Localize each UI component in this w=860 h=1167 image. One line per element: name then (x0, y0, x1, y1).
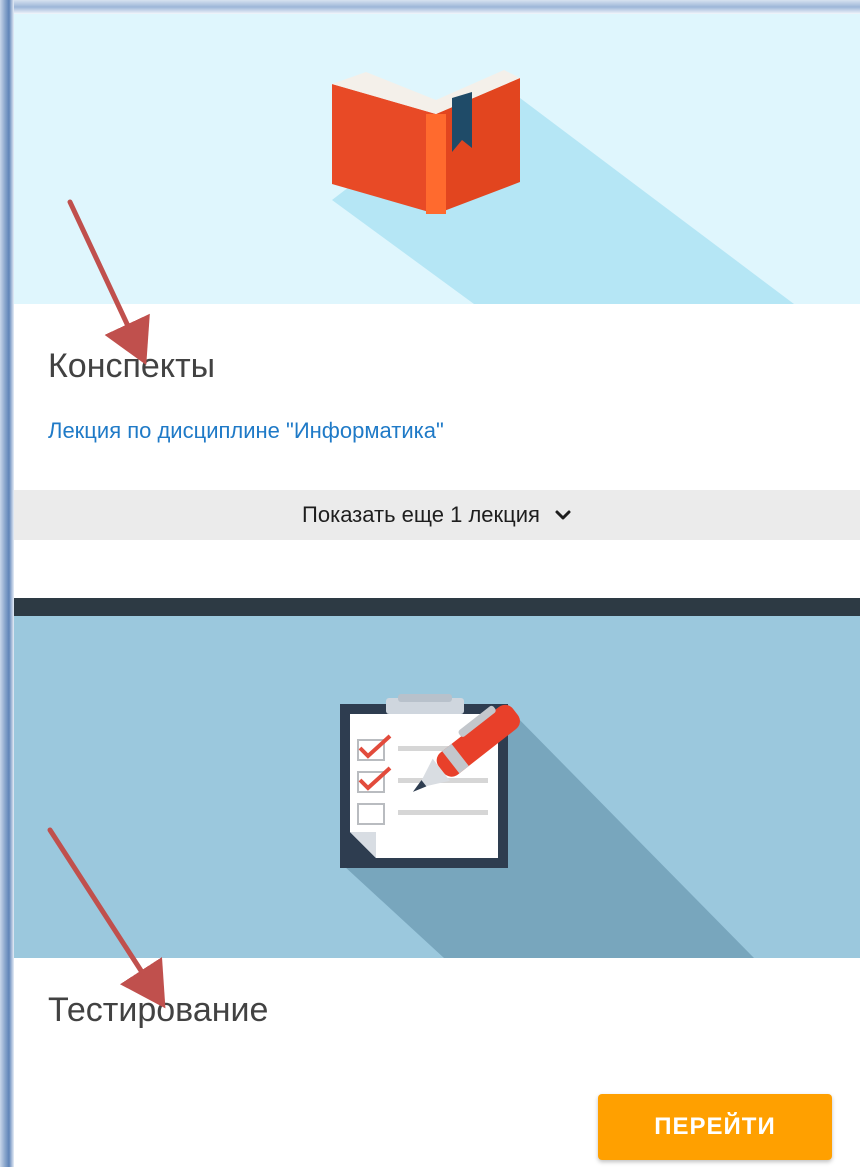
notes-hero (14, 14, 860, 304)
go-button[interactable]: ПЕРЕЙТИ (598, 1094, 832, 1160)
testing-hero (14, 616, 860, 958)
card-divider (14, 598, 860, 616)
notes-card: Конспекты Лекция по дисциплине "Информат… (14, 14, 860, 598)
testing-card: Тестирование ПЕРЕЙТИ (14, 616, 860, 1167)
notes-title: Конспекты (48, 347, 216, 385)
window-frame-left (0, 0, 14, 1167)
show-more-lectures-button[interactable]: Показать еще 1 лекция (14, 490, 860, 540)
testing-title: Тестирование (48, 991, 269, 1029)
clipboard-checklist-icon (340, 694, 754, 958)
window-frame-top (0, 0, 860, 14)
book-icon (332, 70, 794, 304)
chevron-down-icon (555, 510, 571, 520)
lecture-link[interactable]: Лекция по дисциплине "Информатика" (48, 418, 444, 444)
show-more-label: Показать еще 1 лекция (302, 502, 540, 527)
